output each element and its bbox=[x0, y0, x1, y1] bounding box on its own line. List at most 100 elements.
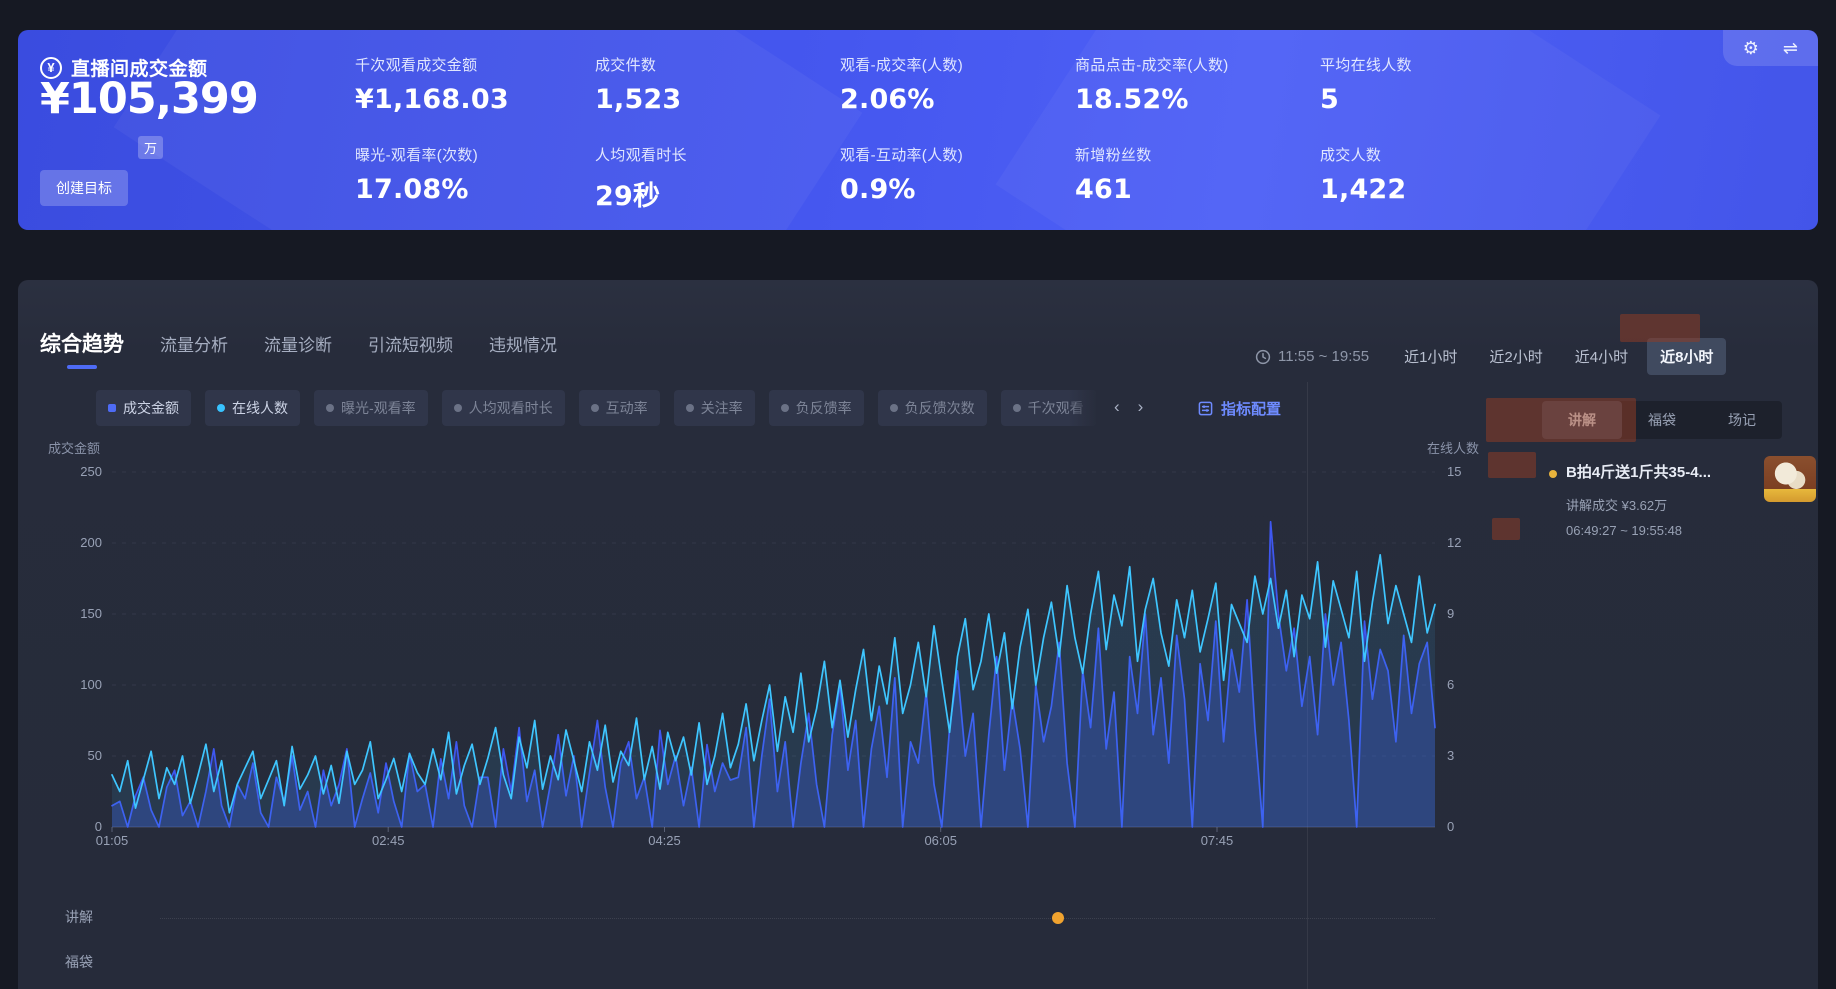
metric-chip-0[interactable]: 成交金额 bbox=[96, 390, 191, 426]
chip-label: 成交金额 bbox=[123, 398, 179, 418]
chip-label: 在线人数 bbox=[232, 398, 288, 418]
y-left-tick: 50 bbox=[62, 747, 102, 765]
tab-bar: 综合趋势流量分析流量诊断引流短视频违规情况 bbox=[40, 328, 557, 369]
kpi-metric: 观看-成交率(人数) 2.06% bbox=[840, 54, 1090, 115]
chip-label: 关注率 bbox=[701, 398, 743, 418]
tab-3[interactable]: 引流短视频 bbox=[368, 331, 453, 367]
trend-analytics-card: 综合趋势流量分析流量诊断引流短视频违规情况 11:55 ~ 19:55 近1小时… bbox=[18, 280, 1818, 989]
kpi-label: 新增粉丝数 bbox=[1075, 144, 1325, 165]
chip-dot-icon bbox=[108, 404, 116, 412]
chip-dot-icon bbox=[890, 404, 898, 412]
chip-label: 曝光-观看率 bbox=[341, 398, 416, 418]
kpi-metric: 成交人数 1,422 bbox=[1320, 144, 1570, 205]
left-axis-title: 成交金额 bbox=[48, 438, 100, 457]
metric-chip-6[interactable]: 负反馈率 bbox=[769, 390, 864, 426]
tab-1[interactable]: 流量分析 bbox=[160, 331, 228, 367]
kpi-metric: 新增粉丝数 461 bbox=[1075, 144, 1325, 205]
y-right-tick: 9 bbox=[1447, 605, 1487, 623]
chip-next-icon[interactable]: › bbox=[1138, 397, 1144, 417]
metric-config-icon bbox=[1198, 401, 1213, 416]
chip-label: 负反馈率 bbox=[796, 398, 852, 418]
explain-event-marker[interactable] bbox=[1052, 912, 1064, 924]
panel-tab-2[interactable]: 场记 bbox=[1702, 401, 1782, 439]
panel-item-time: 06:49:27 ~ 19:55:48 bbox=[1566, 523, 1682, 538]
tab-0[interactable]: 综合趋势 bbox=[40, 328, 124, 369]
y-right-tick: 12 bbox=[1447, 534, 1487, 552]
tab-2[interactable]: 流量诊断 bbox=[264, 331, 332, 367]
explain-track-line bbox=[160, 918, 1435, 919]
time-button-3[interactable]: 近8小时 bbox=[1647, 338, 1726, 375]
y-right-tick: 3 bbox=[1447, 747, 1487, 765]
kpi-value: 1,422 bbox=[1320, 174, 1570, 205]
metric-chip-2[interactable]: 曝光-观看率 bbox=[314, 390, 428, 426]
product-thumbnail[interactable] bbox=[1764, 456, 1816, 502]
kpi-label: 曝光-观看率(次数) bbox=[355, 144, 605, 165]
kpi-value: 461 bbox=[1075, 174, 1325, 205]
trend-line-chart[interactable] bbox=[112, 472, 1435, 827]
kpi-label: 千次观看成交金额 bbox=[355, 54, 605, 75]
chip-dot-icon bbox=[781, 404, 789, 412]
kpi-label: 观看-互动率(人数) bbox=[840, 144, 1090, 165]
chip-label: 人均观看时长 bbox=[469, 398, 553, 418]
kpi-label: 成交人数 bbox=[1320, 144, 1570, 165]
y-left-tick: 250 bbox=[62, 463, 102, 481]
chip-dot-icon bbox=[217, 404, 225, 412]
clock-icon bbox=[1255, 349, 1271, 365]
kpi-value: ¥1,168.03 bbox=[355, 84, 605, 115]
metric-chip-3[interactable]: 人均观看时长 bbox=[442, 390, 565, 426]
create-goal-button[interactable]: 创建目标 bbox=[40, 170, 128, 206]
x-axis-tick: 02:45 bbox=[372, 833, 405, 848]
chip-dot-icon bbox=[454, 404, 462, 412]
panel-item-subtitle: 讲解成交 ¥3.62万 bbox=[1566, 495, 1667, 514]
chip-dot-icon bbox=[686, 404, 694, 412]
kpi-value: 1,523 bbox=[595, 84, 845, 115]
kpi-metric: 曝光-观看率(次数) 17.08% bbox=[355, 144, 605, 205]
swap-icon[interactable]: ⇌ bbox=[1783, 39, 1798, 57]
chip-prev-icon[interactable]: ‹ bbox=[1114, 397, 1120, 417]
time-button-1[interactable]: 近2小时 bbox=[1476, 338, 1555, 375]
chip-dot-icon bbox=[326, 404, 334, 412]
y-left-tick: 100 bbox=[62, 676, 102, 694]
kpi-metric: 成交件数 1,523 bbox=[595, 54, 845, 115]
time-button-2[interactable]: 近4小时 bbox=[1562, 338, 1641, 375]
metric-chip-1[interactable]: 在线人数 bbox=[205, 390, 300, 426]
unit-badge: 万 bbox=[138, 136, 163, 159]
chip-label: 千次观看 bbox=[1028, 398, 1084, 418]
chip-dot-icon bbox=[591, 404, 599, 412]
highlight-artifact bbox=[1492, 518, 1520, 540]
metric-chip-4[interactable]: 互动率 bbox=[579, 390, 660, 426]
item-bullet-icon bbox=[1549, 470, 1557, 478]
chip-dot-icon bbox=[1013, 404, 1021, 412]
metric-chip-row: 成交金额 在线人数 曝光-观看率 人均观看时长 互动率 关注率 负反馈率 负反馈次数 千次观看 bbox=[96, 390, 1096, 426]
highlight-artifact bbox=[1486, 398, 1636, 442]
y-left-tick: 200 bbox=[62, 534, 102, 552]
kpi-value: 18.52% bbox=[1075, 84, 1325, 115]
kpi-value: 29秒 bbox=[595, 174, 845, 213]
kpi-value: 5 bbox=[1320, 84, 1570, 115]
metric-chip-5[interactable]: 关注率 bbox=[674, 390, 755, 426]
kpi-label: 人均观看时长 bbox=[595, 144, 845, 165]
highlight-artifact bbox=[1488, 452, 1536, 478]
kpi-metric: 观看-互动率(人数) 0.9% bbox=[840, 144, 1090, 205]
metric-config-button[interactable]: 指标配置 bbox=[1198, 392, 1281, 425]
y-right-tick: 15 bbox=[1447, 463, 1487, 481]
x-axis-tick: 01:05 bbox=[96, 833, 129, 848]
x-axis-tick: 06:05 bbox=[924, 833, 957, 848]
settings-gear-icon[interactable]: ⚙ bbox=[1743, 39, 1759, 57]
kpi-header-card: ⚙ ⇌ ¥ 直播间成交金额 ¥105,399 万 创建目标 千次观看成交金额 ¥… bbox=[18, 30, 1818, 230]
metric-chip-7[interactable]: 负反馈次数 bbox=[878, 390, 987, 426]
x-axis-tick: 04:25 bbox=[648, 833, 681, 848]
y-right-tick: 0 bbox=[1447, 818, 1487, 836]
kpi-label: 成交件数 bbox=[595, 54, 845, 75]
kpi-label: 商品点击-成交率(人数) bbox=[1075, 54, 1325, 75]
tab-4[interactable]: 违规情况 bbox=[489, 331, 557, 367]
y-right-tick: 6 bbox=[1447, 676, 1487, 694]
metric-chip-8[interactable]: 千次观看 bbox=[1001, 390, 1096, 426]
time-button-0[interactable]: 近1小时 bbox=[1391, 338, 1470, 375]
kpi-value: 17.08% bbox=[355, 174, 605, 205]
chip-label: 互动率 bbox=[606, 398, 648, 418]
right-axis-title: 在线人数 bbox=[1427, 438, 1479, 457]
track-label-luckybag: 福袋 bbox=[65, 952, 93, 972]
chip-label: 负反馈次数 bbox=[905, 398, 975, 418]
panel-item-title[interactable]: B拍4斤送1斤共35-4... bbox=[1566, 461, 1762, 482]
